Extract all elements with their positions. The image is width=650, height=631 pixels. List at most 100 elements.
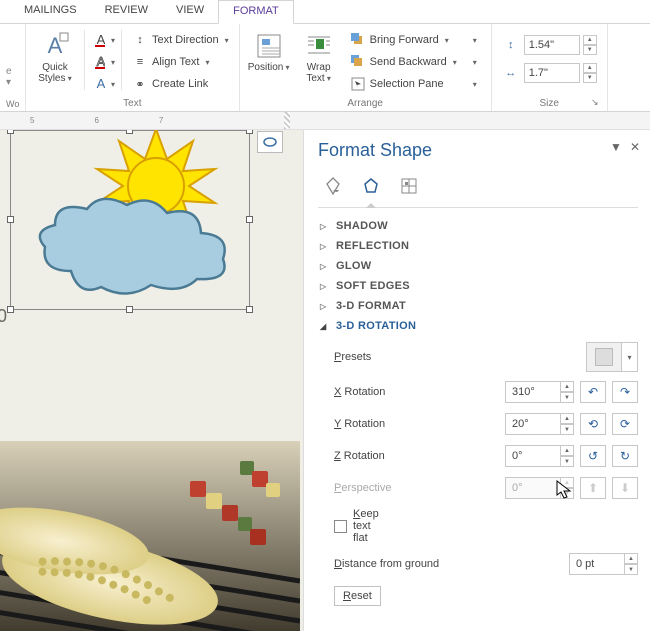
group-size: ↕ 1.54" ▲▼ ↔ 1.7" ▲▼ Size↘ <box>492 24 608 111</box>
distance-label: Distance from ground <box>334 558 569 570</box>
effects-tab[interactable] <box>358 173 384 199</box>
group-button[interactable]: ▾ <box>467 52 485 72</box>
text-effects-button[interactable]: A▾ <box>93 74 115 94</box>
x-rotate-left[interactable]: ↶ <box>580 381 606 403</box>
y-rotate-left[interactable]: ⟲ <box>580 413 606 435</box>
text-group-label: Text <box>32 96 233 109</box>
create-link-button[interactable]: ⚭Create Link <box>128 74 233 94</box>
size-launcher[interactable]: ↘ <box>589 97 601 109</box>
z-up[interactable]: ▲ <box>560 445 574 456</box>
resize-handle[interactable] <box>126 130 133 134</box>
selection-pane-icon <box>350 76 366 92</box>
quick-styles-button[interactable]: A Quick Styles <box>32 26 78 84</box>
section-reflection[interactable]: ▷REFLECTION <box>318 236 638 256</box>
text-fill-button[interactable]: A▾ <box>93 30 115 50</box>
bring-forward-button[interactable]: Bring Forward▾ <box>346 30 461 50</box>
presets-label: Presets <box>334 351 586 363</box>
align-text-button[interactable]: ≡Align Text▾ <box>128 52 233 72</box>
pane-close-button[interactable]: ✕ <box>630 140 640 154</box>
resize-handle[interactable] <box>7 130 14 134</box>
y-rotation-input[interactable]: 20° <box>505 413 561 435</box>
section-soft-edges[interactable]: ▷SOFT EDGES <box>318 276 638 296</box>
tab-view[interactable]: VIEW <box>162 0 218 23</box>
selected-shape[interactable] <box>10 130 250 310</box>
tab-mailings[interactable]: MAILINGS <box>10 0 91 23</box>
z-rotation-input[interactable]: 0° <box>505 445 561 467</box>
x-rotate-right[interactable]: ↷ <box>612 381 638 403</box>
dist-up[interactable]: ▲ <box>624 553 638 564</box>
format-shape-pane: ▼ ✕ Format Shape ▷SHADOW ▷REFLECTION ▷GL… <box>304 130 650 631</box>
perspective-input: 0° <box>505 477 561 499</box>
ribbon-tabs: MAILINGS REVIEW VIEW FORMAT <box>0 0 650 24</box>
text-direction-button[interactable]: ↕Text Direction▾ <box>128 30 233 50</box>
x-rotation-input[interactable]: 310° <box>505 381 561 403</box>
align-text-icon: ≡ <box>132 54 148 70</box>
y-down[interactable]: ▼ <box>560 424 574 435</box>
layout-tab[interactable] <box>396 173 422 199</box>
height-icon: ↕ <box>502 39 520 51</box>
resize-handle[interactable] <box>126 306 133 313</box>
text-outline-button[interactable]: A▾ <box>93 52 115 72</box>
resize-handle[interactable] <box>7 216 14 223</box>
z-down[interactable]: ▼ <box>560 456 574 467</box>
width-down[interactable]: ▼ <box>583 73 597 83</box>
selection-pane-button[interactable]: Selection Pane <box>346 74 461 94</box>
perspective-down: ⬇ <box>612 477 638 499</box>
y-rotation-label: Y Rotation <box>334 418 505 430</box>
letter-a-icon: A <box>39 30 71 62</box>
height-down[interactable]: ▼ <box>583 45 597 55</box>
align-button[interactable]: ▾ <box>467 30 485 50</box>
wordart-styles-label: WordArt Styles <box>6 97 19 109</box>
width-row: ↔ 1.7" ▲▼ <box>498 62 601 84</box>
svg-text:A: A <box>97 32 105 47</box>
z-rotate-cw[interactable]: ↻ <box>612 445 638 467</box>
rotate-button[interactable]: ▾ <box>467 74 485 94</box>
preset-dropdown[interactable]: ▾ <box>622 342 638 372</box>
width-up[interactable]: ▲ <box>583 63 597 73</box>
keep-text-flat-label: Keep text flat <box>353 508 379 544</box>
wrap-text-button[interactable]: Wrap Text <box>296 26 342 84</box>
width-icon: ↔ <box>502 67 520 79</box>
reset-button[interactable]: Reset <box>334 586 381 606</box>
z-rotate-ccw[interactable]: ↺ <box>580 445 606 467</box>
section-shadow[interactable]: ▷SHADOW <box>318 216 638 236</box>
size-group-label: Size↘ <box>498 96 601 109</box>
y-up[interactable]: ▲ <box>560 413 574 424</box>
x-rotation-label: X Rotation <box>334 386 505 398</box>
tab-review[interactable]: REVIEW <box>91 0 162 23</box>
wrap-text-icon <box>303 30 335 62</box>
y-rotate-right[interactable]: ⟳ <box>612 413 638 435</box>
pane-menu-button[interactable]: ▼ <box>610 140 622 154</box>
pane-tabs <box>318 169 638 207</box>
height-up[interactable]: ▲ <box>583 35 597 45</box>
resize-handle[interactable] <box>246 306 253 313</box>
section-glow[interactable]: ▷GLOW <box>318 256 638 276</box>
tab-format[interactable]: FORMAT <box>218 0 294 24</box>
x-up[interactable]: ▲ <box>560 381 574 392</box>
height-input[interactable]: 1.54" <box>524 35 580 55</box>
document-canvas[interactable]: r al :00 <box>0 130 304 631</box>
width-input[interactable]: 1.7" <box>524 63 580 83</box>
send-backward-button[interactable]: Send Backward▾ <box>346 52 461 72</box>
resize-handle[interactable] <box>7 306 14 313</box>
text-direction-icon: ↕ <box>132 32 148 48</box>
text-fragment: :00 <box>0 306 7 327</box>
section-3d-rotation[interactable]: ◢3-D ROTATION <box>318 316 638 336</box>
height-row: ↕ 1.54" ▲▼ <box>498 34 601 56</box>
position-icon <box>253 30 285 62</box>
dist-down[interactable]: ▼ <box>624 564 638 575</box>
keep-text-flat-checkbox[interactable] <box>334 520 347 533</box>
cloud-shape-icon <box>31 191 241 301</box>
grill-photo <box>0 441 300 631</box>
distance-input[interactable]: 0 pt <box>569 553 625 575</box>
p-up: ▲ <box>560 477 574 488</box>
section-3d-format[interactable]: ▷3-D FORMAT <box>318 296 638 316</box>
perspective-label: Perspective <box>334 482 505 494</box>
resize-handle[interactable] <box>246 130 253 134</box>
resize-handle[interactable] <box>246 216 253 223</box>
layout-options-button[interactable] <box>257 131 283 153</box>
x-down[interactable]: ▼ <box>560 392 574 403</box>
perspective-up: ⬆ <box>580 477 606 499</box>
fill-line-tab[interactable] <box>320 173 346 199</box>
position-button[interactable]: Position <box>246 26 292 73</box>
